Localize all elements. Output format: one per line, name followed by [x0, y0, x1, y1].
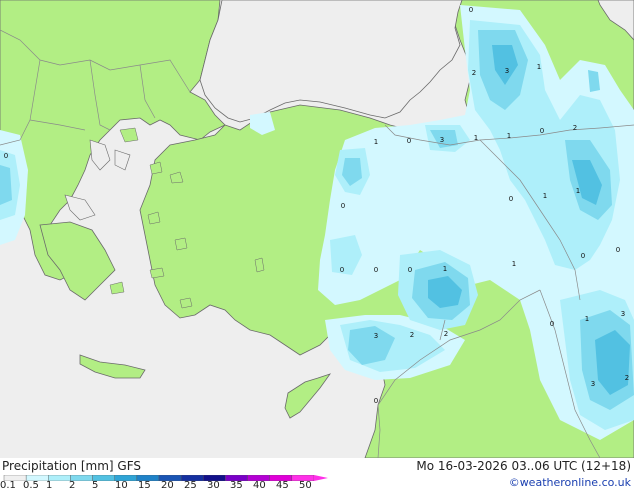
- value-label: 3: [505, 67, 509, 75]
- value-label: 1: [512, 260, 516, 268]
- value-label: 1: [443, 265, 447, 273]
- color-scale-arrow: [314, 475, 328, 481]
- value-label: 0: [581, 252, 585, 260]
- value-label: 3: [374, 332, 378, 340]
- value-label: 0: [469, 6, 473, 14]
- value-label: 0: [4, 152, 8, 160]
- valid-time: Mo 16-03-2026 03..06 UTC (12+18): [416, 459, 631, 473]
- value-label: 0: [616, 246, 620, 254]
- value-label: 0: [407, 137, 411, 145]
- legend-variable: Precipitation [mm]: [2, 459, 114, 473]
- precipitation-map: 0 2 3 1 0 1 0 3 1 1 0 2 0 0 1 1 0 0 0 1 1 0 0 3 2 2 0 1 3 0 3 2: [0, 0, 634, 458]
- value-label: 0: [341, 202, 345, 210]
- value-label: 0: [374, 266, 378, 274]
- value-label: 0: [550, 320, 554, 328]
- legend-title: Precipitation [mm] GFS: [2, 459, 141, 473]
- value-label: 2: [573, 124, 577, 132]
- value-label: 1: [507, 132, 511, 140]
- value-label: 3: [621, 310, 625, 318]
- value-label: 1: [585, 315, 589, 323]
- value-label: 2: [410, 331, 414, 339]
- value-label: 1: [543, 192, 547, 200]
- value-label: 1: [576, 187, 580, 195]
- value-label: 3: [591, 380, 595, 388]
- map-legend: Precipitation [mm] GFS Mo 16-03-2026 03.…: [0, 458, 634, 491]
- value-label: 2: [625, 374, 629, 382]
- value-label: 3: [440, 136, 444, 144]
- value-label: 2: [444, 330, 448, 338]
- value-label: 0: [408, 266, 412, 274]
- value-label: 1: [537, 63, 541, 71]
- legend-model: GFS: [117, 459, 141, 473]
- credit-text: ©weatheronline.co.uk: [508, 476, 631, 489]
- value-label: 2: [472, 69, 476, 77]
- value-label: 0: [540, 127, 544, 135]
- value-label: 0: [509, 195, 513, 203]
- value-label: 1: [474, 134, 478, 142]
- value-label: 1: [374, 138, 378, 146]
- value-label: 0: [340, 266, 344, 274]
- value-label: 0: [374, 397, 378, 405]
